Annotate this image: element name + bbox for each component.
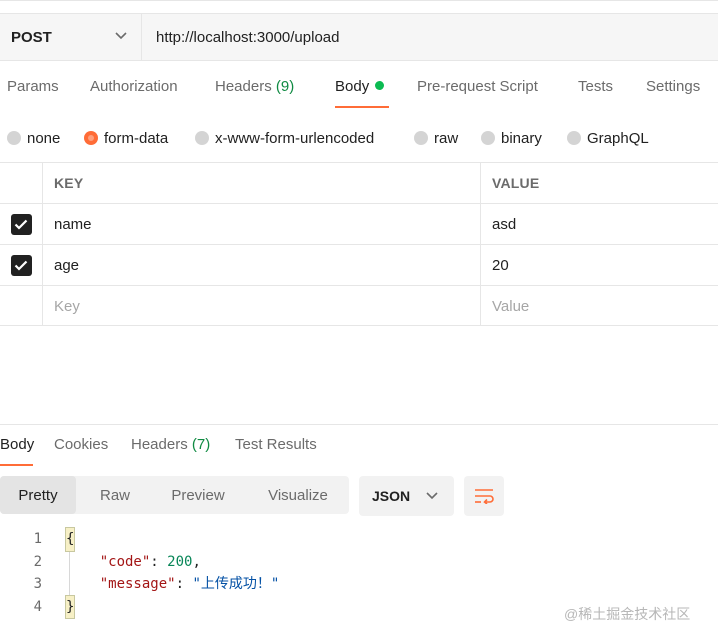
response-divider: [0, 424, 718, 425]
chevron-down-icon: [115, 32, 127, 40]
tab-settings[interactable]: Settings: [646, 78, 700, 95]
row-checkbox-cell: [0, 245, 43, 285]
watermark: @稀土掘金技术社区: [564, 606, 691, 622]
json-key: "code": [99, 553, 151, 570]
format-label: JSON: [372, 488, 411, 504]
active-response-tab-indicator: [0, 464, 33, 466]
line-number: 3: [33, 576, 42, 592]
radio-circle: [567, 131, 581, 145]
code-line: 3 "message": "上传成功！": [0, 573, 718, 596]
row-checkbox-cell: [0, 204, 43, 244]
key-field[interactable]: name: [43, 204, 481, 244]
new-value-field[interactable]: Value: [481, 286, 718, 326]
row-checkbox[interactable]: [10, 254, 32, 276]
radio-graphql[interactable]: GraphQL: [567, 124, 649, 152]
tab-headers[interactable]: Headers (9): [215, 78, 294, 95]
view-visualize-button[interactable]: Visualize: [254, 476, 342, 514]
value-field[interactable]: asd: [481, 204, 718, 244]
new-key-field[interactable]: Key: [43, 286, 481, 326]
view-preview-button[interactable]: Preview: [158, 476, 238, 514]
tab-tests[interactable]: Tests: [578, 78, 613, 95]
open-brace: {: [64, 527, 76, 552]
radio-binary[interactable]: binary: [481, 124, 542, 152]
table-row: age 20: [0, 244, 718, 285]
request-url-bar: POST http://localhost:3000/upload: [0, 13, 718, 61]
url-input[interactable]: http://localhost:3000/upload: [156, 14, 339, 60]
radio-raw[interactable]: raw: [414, 124, 458, 152]
json-string-value: "上传成功！": [192, 576, 280, 592]
column-header-value: VALUE: [492, 175, 540, 191]
tab-body[interactable]: Body: [335, 78, 385, 95]
response-view-toggle: Pretty Raw Preview Visualize: [0, 476, 349, 514]
code-line: 1 {: [0, 527, 718, 552]
headers-count: (9): [275, 78, 295, 95]
radio-circle: [481, 131, 495, 145]
tab-pre-request-script[interactable]: Pre-request Script: [417, 78, 538, 95]
radio-circle: [414, 131, 428, 145]
radio-circle-selected: [84, 131, 98, 145]
table-header-row: KEY VALUE: [0, 162, 718, 203]
tab-response-body[interactable]: Body: [0, 436, 34, 453]
response-tabs: Body Cookies Headers (7) Test Results: [0, 436, 718, 466]
table-row: name asd: [0, 203, 718, 244]
method-label: POST: [11, 28, 52, 46]
tab-response-headers[interactable]: Headers (7): [131, 436, 210, 453]
json-number-value: 200: [167, 553, 193, 570]
tab-params[interactable]: Params: [7, 78, 59, 95]
request-tabs: Params Authorization Headers (9) Body Pr…: [0, 78, 718, 108]
json-key: "message": [99, 576, 176, 592]
top-divider: [0, 0, 718, 1]
form-data-table: KEY VALUE name asd age 20 Key Value: [0, 162, 718, 326]
line-number: 1: [33, 531, 42, 547]
radio-x-www-form-urlencoded[interactable]: x-www-form-urlencoded: [195, 124, 374, 152]
line-number: 4: [33, 598, 42, 615]
key-field[interactable]: age: [43, 245, 481, 285]
tab-authorization[interactable]: Authorization: [90, 78, 178, 95]
view-pretty-button[interactable]: Pretty: [0, 476, 76, 514]
row-checkbox[interactable]: [10, 213, 32, 235]
wrap-lines-button[interactable]: [464, 476, 504, 516]
close-brace: }: [64, 594, 76, 619]
chevron-down-icon: [426, 492, 438, 500]
method-select[interactable]: POST: [0, 14, 142, 60]
body-type-options: none form-data x-www-form-urlencoded raw…: [0, 124, 718, 152]
body-status-dot: [375, 81, 385, 90]
active-tab-indicator: [335, 106, 389, 108]
check-icon: [14, 260, 28, 271]
row-checkbox-cell: [0, 286, 43, 326]
column-header-key: KEY: [43, 163, 481, 203]
response-headers-count: (7): [191, 436, 211, 453]
view-raw-button[interactable]: Raw: [84, 476, 146, 514]
radio-form-data[interactable]: form-data: [84, 124, 168, 152]
line-number: 2: [33, 553, 42, 570]
value-field[interactable]: 20: [481, 245, 718, 285]
radio-circle: [195, 131, 209, 145]
tab-test-results[interactable]: Test Results: [235, 436, 317, 453]
wrap-lines-icon: [475, 489, 494, 504]
format-select[interactable]: JSON: [359, 476, 454, 516]
table-row-empty: Key Value: [0, 285, 718, 326]
header-checkbox-cell: [0, 163, 43, 203]
code-line: 2 "code": 200,: [0, 551, 718, 574]
tab-cookies[interactable]: Cookies: [54, 436, 108, 453]
radio-circle: [7, 131, 21, 145]
radio-none[interactable]: none: [7, 124, 60, 152]
check-icon: [14, 219, 28, 230]
